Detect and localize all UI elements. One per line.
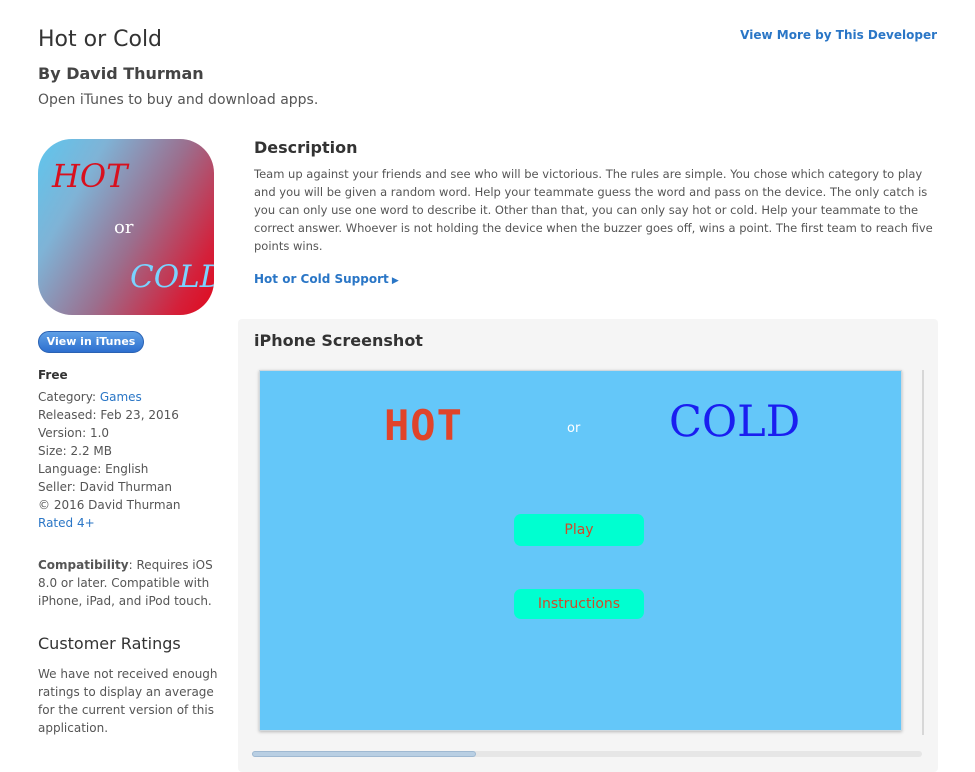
rating-link[interactable]: Rated 4+ (38, 516, 95, 530)
screenshot-play-button: Play (514, 514, 644, 546)
description-text: Team up against your friends and see who… (254, 167, 933, 253)
chevron-right-icon: ▶ (388, 276, 399, 286)
app-icon-hot-text: HOT (52, 157, 128, 195)
screenshot-heading: iPhone Screenshot (254, 331, 423, 350)
released-date: Released: Feb 23, 2016 (38, 408, 179, 422)
support-link[interactable]: Hot or Cold Support ▶ (254, 272, 399, 286)
category-label: Category: (38, 390, 100, 404)
support-link-label: Hot or Cold Support (254, 272, 389, 286)
app-icon: HOT or COLD (38, 139, 214, 315)
app-title: Hot or Cold (38, 27, 163, 52)
screenshot-cold-text: COLD (669, 397, 801, 447)
developer-name: By David Thurman (38, 64, 204, 83)
compatibility-label: Compatibility (38, 558, 129, 572)
horizontal-scrollbar-thumb[interactable] (252, 751, 476, 757)
category-row: Category: Games (38, 388, 181, 406)
customer-ratings-text: We have not received enough ratings to d… (38, 667, 218, 735)
open-itunes-text: Open iTunes to buy and download apps. (38, 92, 319, 108)
view-more-by-developer-link[interactable]: View More by This Developer (740, 28, 937, 42)
customer-ratings-heading: Customer Ratings (38, 634, 181, 653)
compatibility-info: Compatibility: Requires iOS 8.0 or later… (38, 556, 228, 610)
app-icon-cold-text: COLD (130, 259, 214, 295)
screenshot-instructions-button: Instructions (514, 589, 644, 619)
version: Version: 1.0 (38, 426, 110, 440)
screenshot-panel: iPhone Screenshot HOT or COLD Play Instr… (238, 319, 938, 772)
screenshot-hot-text: HOT (384, 401, 463, 450)
app-icon-or-text: or (114, 217, 134, 238)
description-heading: Description (254, 138, 358, 157)
screenshot-or-text: or (567, 421, 581, 436)
app-size: Size: 2.2 MB (38, 444, 112, 458)
view-in-itunes-button[interactable]: View in iTunes (38, 331, 144, 353)
vertical-scrollbar[interactable] (922, 370, 924, 735)
app-info-list: Category: Games Released: Feb 23, 2016 V… (38, 388, 181, 532)
copyright: © 2016 David Thurman (38, 498, 181, 512)
category-link[interactable]: Games (100, 390, 142, 404)
language: Language: English (38, 462, 149, 476)
seller: Seller: David Thurman (38, 480, 173, 494)
iphone-screenshot: HOT or COLD Play Instructions (259, 370, 902, 731)
price: Free (38, 368, 68, 382)
